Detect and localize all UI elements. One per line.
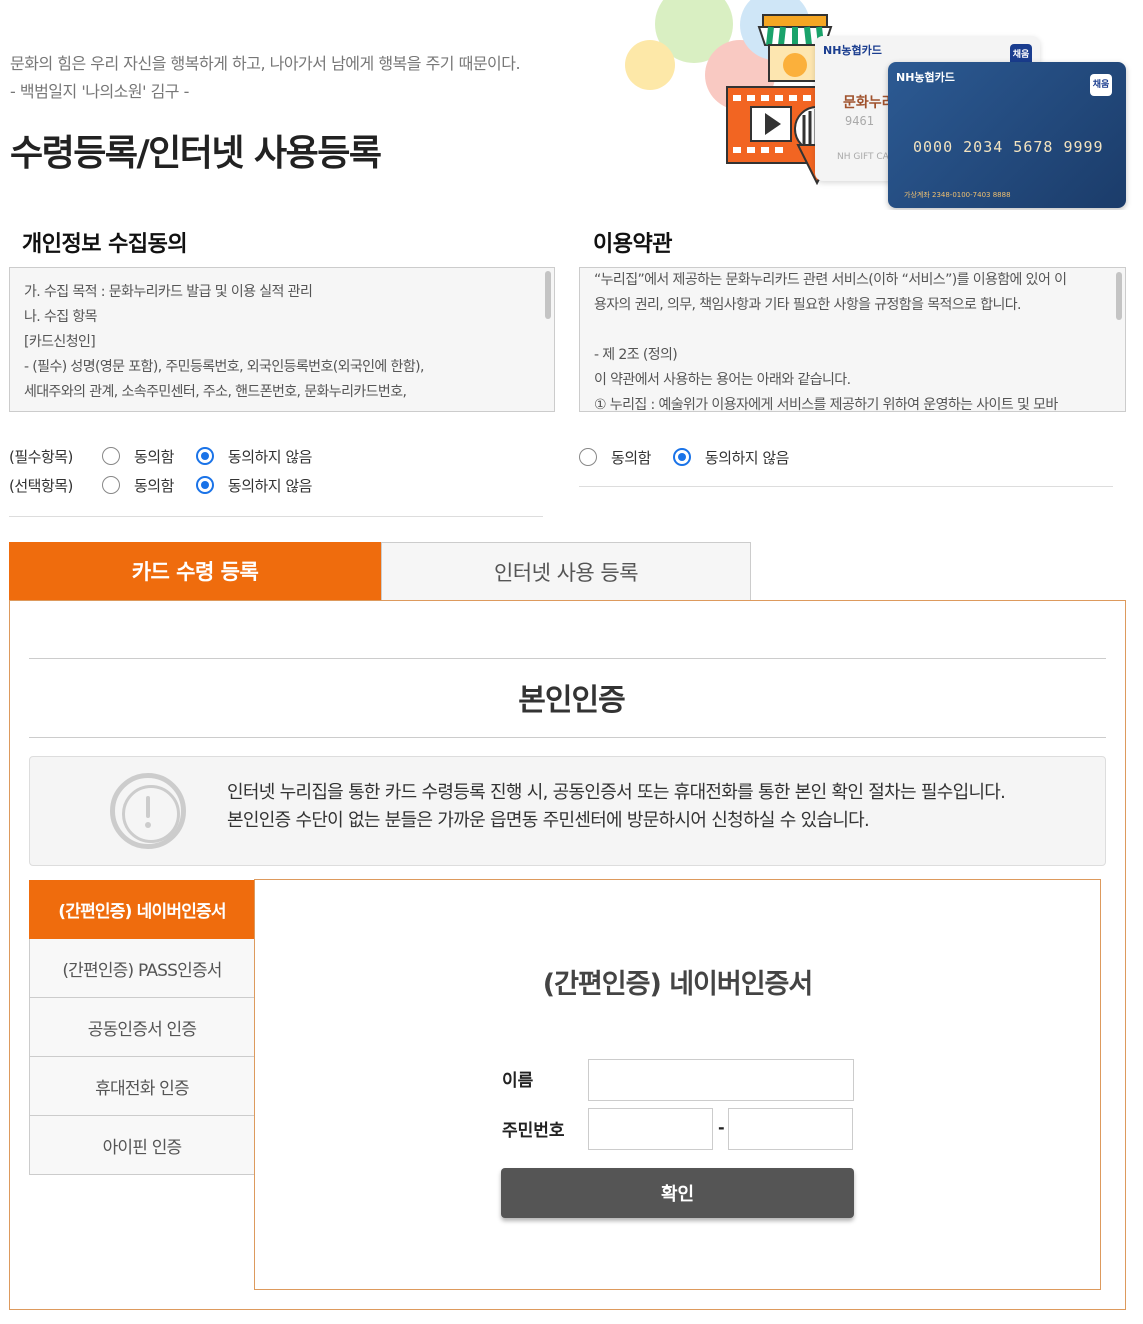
privacy-line: 가. 수집 목적 : 문화누리카드 발급 및 이용 실적 관리 (24, 284, 313, 300)
blue-card: NH농협카드 채움 0000 2034 5678 9999 가상계좌 2348-… (888, 62, 1126, 208)
verification-notice: 인터넷 누리집을 통한 카드 수령등록 진행 시, 공동인증서 또는 휴대전화를… (29, 756, 1106, 866)
terms-line: 용자의 권리, 의무, 책임사항과 기타 필요한 사항을 규정함을 목적으로 합… (594, 297, 1021, 313)
privacy-optional-disagree-radio[interactable] (195, 476, 214, 494)
card-number: 0000 2034 5678 9999 (913, 138, 1104, 156)
notice-line-1: 인터넷 누리집을 통한 카드 수령등록 진행 시, 공동인증서 또는 휴대전화를… (227, 782, 1006, 803)
privacy-line: [카드신청인] (24, 334, 96, 350)
terms-textbox[interactable]: “누리집”에서 제공하는 문화누리카드 관련 서비스(이하 “서비스”)를 이용… (579, 267, 1126, 412)
id-number-front-input[interactable] (588, 1108, 713, 1150)
card-brand-blue: NH농협카드 (896, 71, 955, 84)
optional-label: (선택항목) (9, 476, 73, 495)
privacy-title: 개인정보 수집동의 (22, 232, 188, 257)
verification-title: 본인인증 (518, 683, 625, 718)
terms-line (594, 318, 1111, 343)
terms-disagree-label[interactable]: 동의하지 않음 (705, 447, 790, 468)
privacy-line: 세대주와의 관계, 소속주민센터, 주소, 핸드폰번호, 문화누리카드번호, (24, 384, 407, 400)
hero-illustration: NH농협카드 채움 문화누리 9461 NH GIFT CA NH농협카드 채움… (615, 0, 1143, 210)
terms-disagree-radio[interactable] (672, 448, 691, 466)
terms-line: ① 누리집 : 예술위가 이용자에게 서비스를 제공하기 위하여 운영하는 사이… (594, 397, 1058, 412)
terms-line: 이 약관에서 사용하는 용어는 아래와 같습니다. (594, 372, 851, 388)
card-brand-white: NH농협카드 (823, 44, 882, 57)
privacy-optional-agree-label[interactable]: 동의함 (134, 475, 174, 496)
tab-card-receipt[interactable]: 카드 수령 등록 (9, 542, 381, 600)
privacy-required-disagree-label[interactable]: 동의하지 않음 (228, 446, 313, 467)
auth-method-mobile[interactable]: 휴대전화 인증 (29, 1057, 255, 1116)
privacy-line: - (필수) 성명(영문 포함), 주민등록번호, 외국인등록번호(외국인에 한… (24, 359, 424, 375)
terms-line: “누리집”에서 제공하는 문화누리카드 관련 서비스(이하 “서비스”)를 이용… (594, 272, 1067, 288)
terms-agree-label[interactable]: 동의함 (611, 447, 651, 468)
privacy-required-row: (필수항목) 동의함 동의하지 않음 (9, 444, 312, 468)
id-number-dash: - (718, 1118, 725, 1137)
privacy-required-agree-radio[interactable] (102, 447, 120, 465)
page-title: 수령등록/인터넷 사용등록 (10, 133, 382, 174)
privacy-optional-disagree-label[interactable]: 동의하지 않음 (228, 475, 313, 496)
exclamation-icon (110, 773, 186, 849)
terms-divider (579, 486, 1113, 487)
privacy-text-content: 가. 수집 목적 : 문화누리카드 발급 및 이용 실적 관리 나. 수집 항목… (10, 268, 554, 411)
card-foot: 가상계좌 2348-0100-7403 8888 (904, 191, 1011, 199)
name-label: 이름 (502, 1071, 534, 1091)
terms-line: - 제 2조 (정의) (594, 347, 678, 363)
quote-line-1: 문화의 힘은 우리 자신을 행복하게 하고, 나아가서 남에게 행복을 주기 때… (10, 54, 521, 73)
auth-form-title: (간편인증) 네이버인증서 (542, 969, 813, 1000)
privacy-optional-agree-radio[interactable] (102, 476, 120, 494)
privacy-line: 나. 수집 항목 (24, 309, 98, 325)
auth-method-ipin[interactable]: 아이핀 인증 (29, 1116, 255, 1175)
tab-internet-use[interactable]: 인터넷 사용 등록 (381, 542, 751, 600)
verification-top-divider (29, 658, 1106, 659)
verification-bottom-divider (29, 737, 1106, 738)
notice-text: 인터넷 누리집을 통한 카드 수령등록 진행 시, 공동인증서 또는 휴대전화를… (227, 779, 1006, 835)
notice-line-2: 본인인증 수단이 없는 분들은 가까운 읍면동 주민센터에 방문하시어 신청하실… (227, 810, 870, 831)
quote-line-2: - 백범일지 '나의소원' 김구 - (10, 82, 189, 101)
deco-circle-yellow (625, 40, 675, 90)
auth-method-nav: (간편인증) 네이버인증서 (간편인증) PASS인증서 공동인증서 인증 휴대… (29, 880, 255, 1175)
id-number-back-input[interactable] (728, 1108, 853, 1150)
name-input[interactable] (588, 1059, 854, 1101)
privacy-required-disagree-radio[interactable] (195, 447, 214, 465)
quote: 문화의 힘은 우리 자신을 행복하게 하고, 나아가서 남에게 행복을 주기 때… (10, 50, 521, 106)
privacy-optional-row: (선택항목) 동의함 동의하지 않음 (9, 473, 312, 497)
card-label-munhwa: 문화누리 (843, 95, 895, 111)
confirm-button[interactable]: 확인 (501, 1168, 854, 1218)
card-gift-label: NH GIFT CA (837, 152, 889, 162)
terms-agree-radio[interactable] (579, 448, 597, 466)
card-badge-blue: 채움 (1090, 74, 1112, 96)
privacy-textbox[interactable]: 가. 수집 목적 : 문화누리카드 발급 및 이용 실적 관리 나. 수집 항목… (9, 267, 555, 412)
terms-title: 이용약관 (593, 232, 672, 257)
auth-method-pass[interactable]: (간편인증) PASS인증서 (29, 939, 255, 998)
terms-consent-row: 동의함 동의하지 않음 (579, 445, 789, 469)
privacy-required-agree-label[interactable]: 동의함 (134, 446, 174, 467)
auth-method-joint-cert[interactable]: 공동인증서 인증 (29, 998, 255, 1057)
terms-scrollbar[interactable] (1116, 272, 1122, 320)
card-small-number: 9461 (845, 114, 874, 128)
auth-form-panel: (간편인증) 네이버인증서 이름 주민번호 - 확인 (254, 879, 1101, 1290)
privacy-scrollbar[interactable] (545, 271, 551, 319)
required-label: (필수항목) (9, 447, 73, 466)
auth-method-naver[interactable]: (간편인증) 네이버인증서 (29, 880, 255, 939)
terms-text-content: “누리집”에서 제공하는 문화누리카드 관련 서비스(이하 “서비스”)를 이용… (580, 268, 1125, 412)
id-number-label: 주민번호 (502, 1121, 565, 1141)
privacy-divider (9, 516, 543, 517)
